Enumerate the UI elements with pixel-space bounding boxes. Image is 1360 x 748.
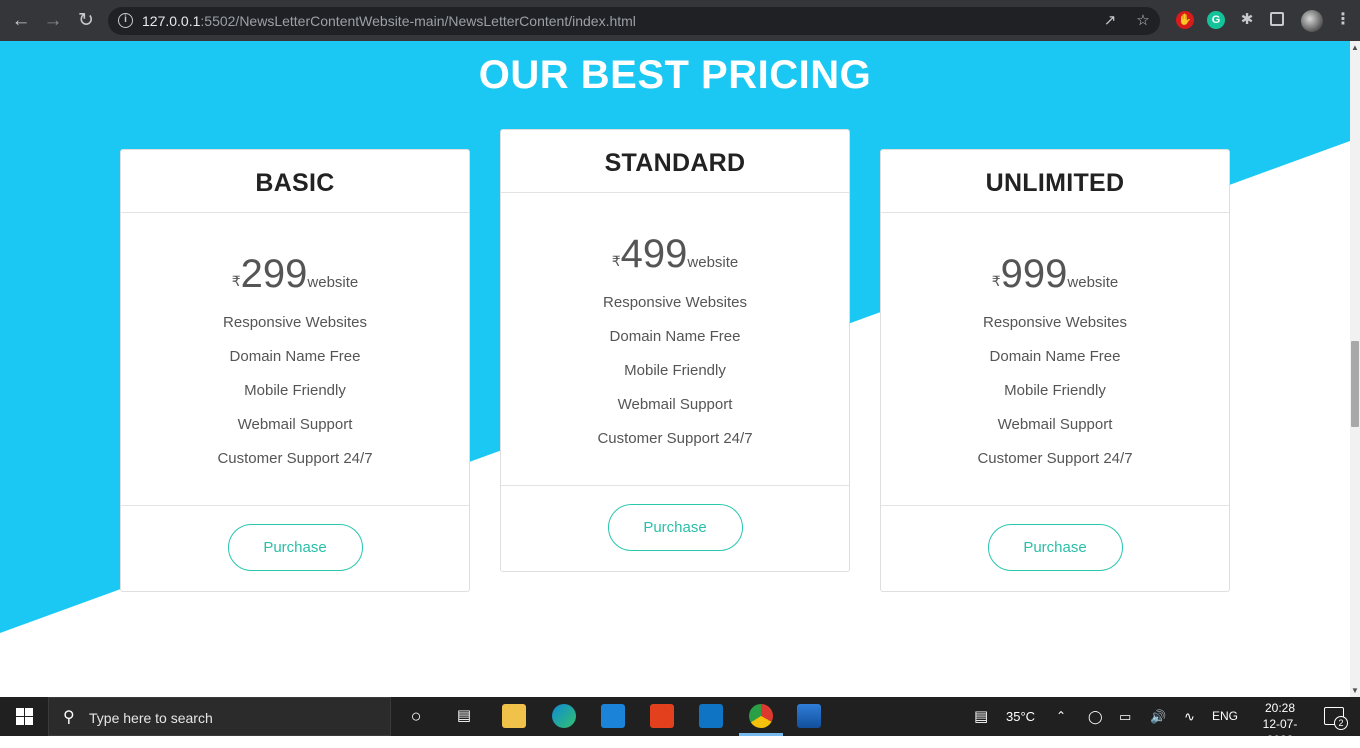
plan-price: ₹499website (501, 233, 849, 275)
feature-item: Customer Support 24/7 (977, 450, 1133, 467)
url-host: 127.0.0.1 (142, 13, 201, 29)
mail-icon[interactable] (601, 704, 625, 728)
feature-item: Webmail Support (617, 396, 733, 413)
purchase-button-standard[interactable]: Purchase (607, 504, 743, 551)
grammarly-extension-icon[interactable]: G (1207, 11, 1225, 29)
plan-footer: Purchase (501, 486, 849, 571)
plan-price: ₹999website (881, 253, 1229, 295)
file-explorer-icon[interactable] (502, 704, 526, 728)
plan-price: ₹299website (121, 253, 469, 295)
windows-start-icon[interactable] (16, 708, 33, 725)
plan-name: UNLIMITED (881, 150, 1229, 213)
back-arrow-icon[interactable]: ← (8, 8, 34, 34)
adblock-extension-icon[interactable]: ✋ (1176, 11, 1194, 29)
search-placeholder: Type here to search (89, 710, 213, 726)
windows-taskbar: ⚲ Type here to search ○ ▤ ▤ 35°C ⌃ ◯ ▭ 🔊… (0, 697, 1360, 747)
reload-icon[interactable]: ↻ (73, 8, 99, 34)
currency-symbol: ₹ (991, 273, 1001, 289)
feature-item: Customer Support 24/7 (597, 430, 753, 447)
plan-name: BASIC (121, 150, 469, 213)
clock-time: 20:28 (1264, 701, 1296, 715)
plan-details: ₹999website Responsive Websites Domain N… (881, 213, 1229, 506)
page-viewport: OUR BEST PRICING BASIC ₹299website Respo… (0, 41, 1350, 697)
wifi-icon[interactable]: ∿ (1184, 697, 1195, 736)
extensions-puzzle-icon[interactable]: ✱ (1238, 11, 1256, 29)
notification-count-badge: 2 (1334, 716, 1348, 730)
price-unit: website (307, 274, 359, 291)
feature-item: Domain Name Free (989, 348, 1121, 365)
scroll-down-arrow-icon[interactable]: ▼ (1350, 686, 1360, 695)
purchase-button-basic[interactable]: Purchase (227, 524, 363, 571)
weather-icon[interactable]: ▤ (974, 697, 988, 736)
pricing-card-standard: STANDARD ₹499website Responsive Websites… (500, 129, 850, 572)
plan-details: ₹499website Responsive Websites Domain N… (501, 193, 849, 486)
scroll-up-arrow-icon[interactable]: ▲ (1350, 43, 1360, 52)
plan-details: ₹299website Responsive Websites Domain N… (121, 213, 469, 506)
feature-item: Mobile Friendly (244, 382, 346, 399)
cortana-icon[interactable]: ○ (403, 704, 429, 728)
input-language[interactable]: ENG (1212, 697, 1238, 736)
feature-item: Responsive Websites (603, 294, 747, 311)
url-text[interactable]: 127.0.0.1:5502/NewsLetterContentWebsite-… (142, 13, 636, 29)
vscode-icon[interactable] (699, 704, 723, 728)
address-bar[interactable]: i 127.0.0.1:5502/NewsLetterContentWebsit… (108, 7, 1160, 35)
forward-arrow-icon[interactable]: → (40, 8, 66, 34)
taskbar-search[interactable]: ⚲ Type here to search (48, 697, 391, 736)
feature-item: Mobile Friendly (624, 362, 726, 379)
currency-symbol: ₹ (231, 273, 241, 289)
scrollbar-thumb[interactable] (1351, 341, 1359, 427)
edge-browser-icon[interactable] (552, 704, 576, 728)
search-icon: ⚲ (63, 709, 75, 726)
menu-kebab-icon[interactable]: ⋮ (1334, 11, 1352, 29)
currency-symbol: ₹ (611, 253, 621, 269)
price-amount: 299 (240, 252, 308, 296)
pricing-card-unlimited: UNLIMITED ₹999website Responsive Website… (880, 149, 1230, 592)
battery-icon[interactable]: ▭ (1119, 697, 1131, 736)
feature-item: Webmail Support (237, 416, 353, 433)
price-amount: 999 (1000, 252, 1068, 296)
photos-icon[interactable] (797, 704, 821, 728)
browser-toolbar: ← → ↻ i 127.0.0.1:5502/NewsLetterContent… (0, 0, 1360, 41)
feature-item: Customer Support 24/7 (217, 450, 373, 467)
pricing-card-basic: BASIC ₹299website Responsive Websites Do… (120, 149, 470, 592)
plan-name: STANDARD (501, 130, 849, 193)
chrome-icon[interactable] (749, 704, 773, 728)
volume-icon[interactable]: 🔊 (1150, 697, 1166, 736)
feature-item: Domain Name Free (609, 328, 741, 345)
price-unit: website (1067, 274, 1119, 291)
plan-footer: Purchase (881, 506, 1229, 591)
purchase-button-unlimited[interactable]: Purchase (987, 524, 1123, 571)
page-scrollbar[interactable]: ▲ ▼ (1350, 41, 1360, 697)
show-hidden-icons-chevron-icon[interactable]: ⌃ (1056, 697, 1066, 736)
plan-footer: Purchase (121, 506, 469, 591)
site-info-icon[interactable]: i (118, 13, 133, 28)
feature-item: Webmail Support (997, 416, 1113, 433)
feature-item: Domain Name Free (229, 348, 361, 365)
side-panel-icon[interactable] (1270, 12, 1284, 26)
clock-date: 12-07-2022 (1262, 717, 1298, 747)
price-amount: 499 (620, 232, 688, 276)
task-view-icon[interactable]: ▤ (451, 704, 477, 728)
weather-temperature[interactable]: 35°C (1006, 697, 1035, 736)
page-title: OUR BEST PRICING (478, 53, 872, 97)
feature-item: Mobile Friendly (1004, 382, 1106, 399)
feature-item: Responsive Websites (983, 314, 1127, 331)
price-unit: website (687, 254, 739, 271)
system-clock[interactable]: 20:28 12-07-2022 (1252, 700, 1308, 748)
share-icon[interactable]: ↗ (1101, 12, 1119, 30)
url-path: :5502/NewsLetterContentWebsite-main/News… (200, 13, 636, 29)
feature-item: Responsive Websites (223, 314, 367, 331)
bookmark-star-icon[interactable]: ☆ (1134, 12, 1152, 30)
office-icon[interactable] (650, 704, 674, 728)
profile-avatar[interactable] (1301, 10, 1323, 32)
meet-now-icon[interactable]: ◯ (1088, 697, 1103, 736)
